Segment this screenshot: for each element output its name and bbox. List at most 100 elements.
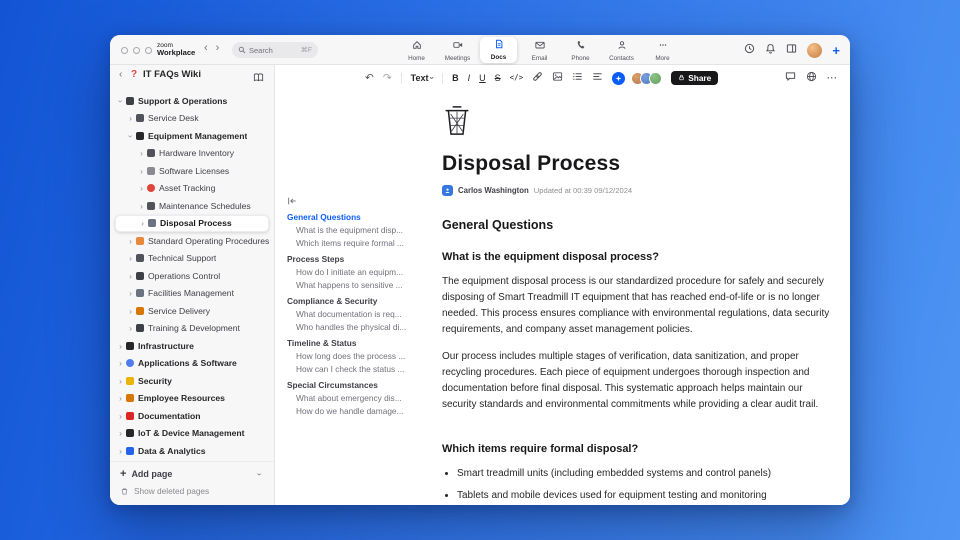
chevron-right-icon[interactable]: › (126, 289, 135, 298)
sidebar-item-standard-operating-procedures[interactable]: › Standard Operating Procedures (110, 232, 274, 250)
chevron-right-icon[interactable]: › (126, 114, 135, 123)
side-panel-icon[interactable] (786, 41, 797, 59)
sidebar-item-service-delivery[interactable]: › Service Delivery (110, 302, 274, 320)
show-deleted-pages-button[interactable]: Show deleted pages (110, 483, 274, 499)
nav-back-icon[interactable]: ‹ (204, 43, 208, 54)
sidebar-item-applications-software[interactable]: › Applications & Software (110, 355, 274, 373)
tab-home[interactable]: Home (398, 37, 435, 63)
chevron-right-icon[interactable]: › (116, 394, 125, 403)
sidebar-item-infrastructure[interactable]: › Infrastructure (110, 337, 274, 355)
outline-item[interactable]: What happens to sensitive ... (287, 278, 439, 291)
bullet-list-icon[interactable] (572, 69, 583, 87)
history-clock-icon[interactable] (744, 41, 755, 59)
sidebar-item-asset-tracking[interactable]: › Asset Tracking (110, 180, 274, 198)
outline-item[interactable]: How do we handle damage... (287, 404, 439, 417)
underline-button[interactable]: U (479, 73, 486, 83)
sidebar-item-documentation[interactable]: › Documentation (110, 407, 274, 425)
code-button[interactable]: </> (510, 74, 524, 82)
chevron-right-icon[interactable]: › (116, 359, 125, 368)
chevron-down-icon[interactable]: › (255, 470, 265, 479)
text-style-dropdown[interactable]: Text › (411, 73, 437, 83)
chevron-right-icon[interactable]: › (116, 446, 125, 456)
chevron-right-icon[interactable]: › (126, 254, 135, 263)
open-book-icon[interactable] (253, 70, 264, 88)
outline-item[interactable]: Which items require formal ... (287, 236, 439, 249)
sidebar-item-facilities-management[interactable]: › Facilities Management (110, 285, 274, 303)
chevron-right-icon[interactable]: › (137, 149, 146, 158)
outline-section[interactable]: Compliance & Security (287, 294, 439, 307)
globe-icon[interactable] (806, 69, 817, 87)
chevron-right-icon[interactable]: › (116, 376, 125, 386)
sidebar-item-disposal-process[interactable]: › Disposal Process (115, 214, 269, 232)
chevron-down-icon[interactable]: › (116, 96, 126, 105)
user-avatar[interactable] (807, 42, 823, 58)
outline-item[interactable]: How long does the process ... (287, 349, 439, 362)
sidebar-back-icon[interactable]: ‹ (119, 70, 122, 80)
sidebar-item-software-licenses[interactable]: › Software Licenses (110, 162, 274, 180)
outline-item[interactable]: Who handles the physical di... (287, 320, 439, 333)
align-icon[interactable] (592, 69, 603, 87)
bold-button[interactable]: B (452, 73, 459, 83)
chevron-right-icon[interactable]: › (137, 166, 146, 176)
nav-forward-icon[interactable]: › (216, 43, 220, 54)
sidebar-item-technical-support[interactable]: › Technical Support (110, 250, 274, 268)
undo-icon[interactable]: ↶ (365, 73, 374, 84)
chevron-right-icon[interactable]: › (126, 271, 135, 281)
tab-meetings[interactable]: Meetings (439, 37, 476, 63)
chevron-right-icon[interactable]: › (116, 341, 125, 351)
sidebar-item-data-analytics[interactable]: › Data & Analytics (110, 442, 274, 460)
sidebar-item-employee-resources[interactable]: › Employee Resources (110, 390, 274, 408)
sidebar-item-service-desk[interactable]: › Service Desk (110, 110, 274, 128)
sidebar-item-maintenance-schedules[interactable]: › Maintenance Schedules (110, 197, 274, 215)
sidebar-item-operations-control[interactable]: › Operations Control (110, 267, 274, 285)
add-plus-icon[interactable]: + (832, 44, 840, 57)
tab-email[interactable]: Email (521, 37, 558, 63)
tab-docs[interactable]: Docs (480, 37, 517, 63)
close-window-button[interactable] (121, 47, 128, 54)
outline-item[interactable]: What is the equipment disp... (287, 223, 439, 236)
chevron-right-icon[interactable]: › (126, 306, 135, 316)
ai-companion-icon[interactable] (612, 71, 626, 85)
sidebar-item-security[interactable]: › Security (110, 372, 274, 390)
outline-section[interactable]: Timeline & Status (287, 336, 439, 349)
sidebar-item-training-development[interactable]: › Training & Development (110, 320, 274, 338)
sidebar-item-equipment-management[interactable]: › Equipment Management (110, 127, 274, 145)
collaborator-avatars[interactable] (631, 71, 663, 85)
chevron-right-icon[interactable]: › (116, 429, 125, 438)
add-page-button[interactable]: + Add page › (110, 465, 274, 483)
share-button[interactable]: Share (671, 70, 719, 86)
chevron-right-icon[interactable]: › (138, 219, 147, 228)
outline-item[interactable]: What about emergency dis... (287, 391, 439, 404)
link-icon[interactable] (532, 69, 543, 87)
outline-section[interactable]: Process Steps (287, 252, 439, 265)
tab-contacts[interactable]: Contacts (603, 37, 640, 63)
sidebar-item-support-operations[interactable]: › Support & Operations (110, 92, 274, 110)
chevron-down-icon[interactable]: › (126, 131, 136, 140)
redo-icon[interactable]: ↷ (383, 73, 392, 84)
zoom-window-button[interactable] (145, 47, 152, 54)
sidebar-item-iot-device-management[interactable]: › IoT & Device Management (110, 425, 274, 443)
comment-icon[interactable] (785, 69, 796, 87)
avatar[interactable] (649, 71, 663, 85)
outline-item[interactable]: What documentation is req... (287, 307, 439, 320)
window-controls[interactable] (121, 47, 152, 54)
collapse-outline-icon[interactable] (287, 193, 439, 205)
tab-phone[interactable]: Phone (562, 37, 599, 63)
more-options-icon[interactable]: ⋯ (827, 73, 838, 84)
outline-item[interactable]: How do I initiate an equipm... (287, 265, 439, 278)
minimize-window-button[interactable] (133, 47, 140, 54)
chevron-right-icon[interactable]: › (116, 411, 125, 421)
global-search-input[interactable]: Search ⌘F (232, 42, 318, 58)
image-icon[interactable] (552, 69, 563, 87)
chevron-right-icon[interactable]: › (137, 184, 146, 193)
outline-section[interactable]: General Questions (287, 210, 439, 223)
tab-more[interactable]: More (644, 37, 681, 63)
outline-item[interactable]: How can I check the status ... (287, 362, 439, 375)
italic-button[interactable]: I (468, 73, 471, 83)
sidebar-item-hardware-inventory[interactable]: › Hardware Inventory (110, 145, 274, 163)
bell-icon[interactable] (765, 41, 776, 59)
chevron-right-icon[interactable]: › (126, 236, 135, 246)
chevron-right-icon[interactable]: › (137, 201, 146, 211)
chevron-right-icon[interactable]: › (126, 324, 135, 333)
outline-section[interactable]: Special Circumstances (287, 378, 439, 391)
